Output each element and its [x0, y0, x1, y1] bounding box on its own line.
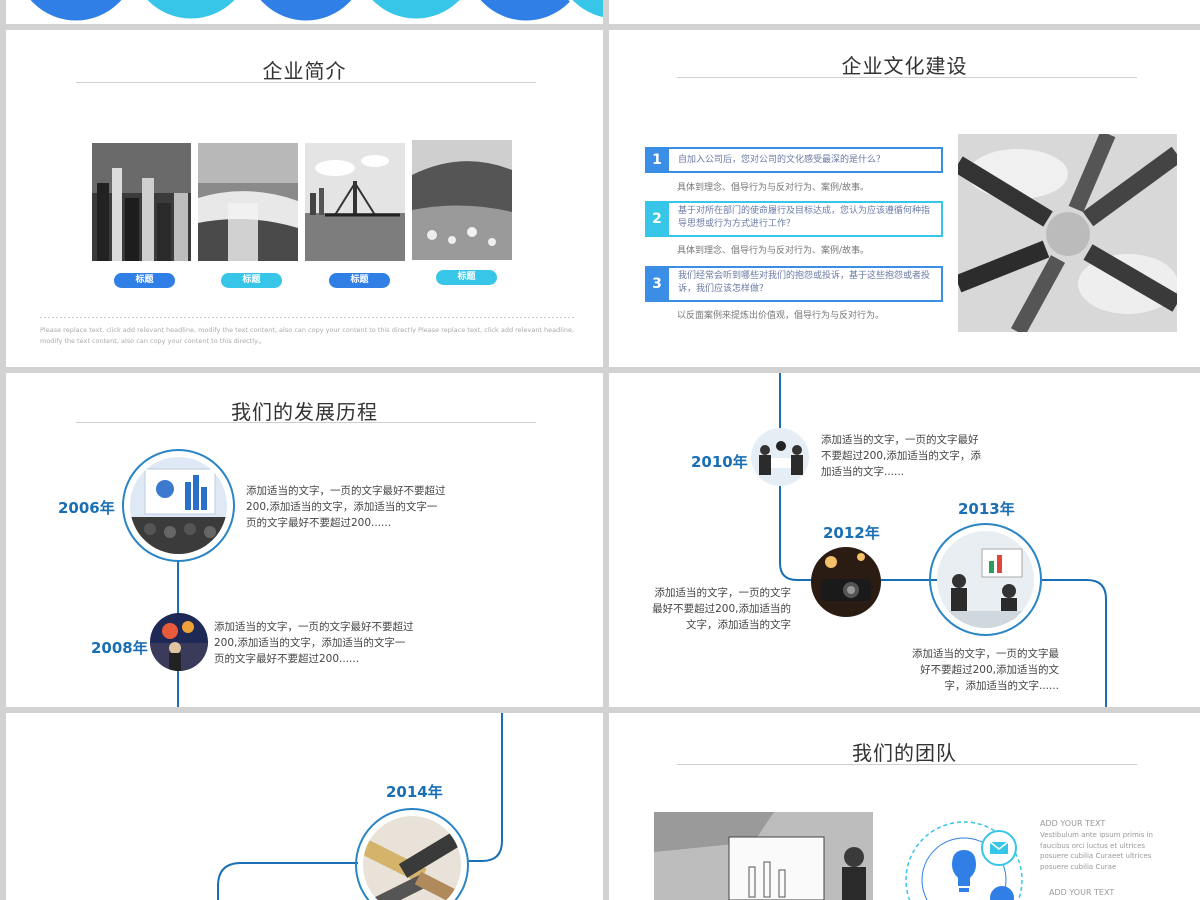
- label-2[interactable]: 标题: [221, 273, 282, 288]
- page-title: 我们的团队: [852, 741, 957, 765]
- slide-history: 我们的发展历程 2006年 添加适当的文字，一页的文字最好不要超过200,添加适…: [6, 373, 603, 707]
- city-photo: [92, 143, 191, 261]
- slide-team: 我们的团队 ADD YOUR TEXT Vestibulum ante ipsu…: [609, 713, 1200, 900]
- waterfall-photo: [198, 143, 298, 261]
- wave-decoration: [6, 0, 603, 24]
- add-text-heading-1: ADD YOUR TEXT: [1040, 819, 1106, 828]
- question-text-1: 自加入公司后，您对公司的文化感受最深的是什么？: [678, 155, 886, 165]
- page-title: 企业文化建设: [841, 54, 968, 78]
- title-divider: [76, 422, 536, 423]
- year-2012: 2012年: [823, 524, 880, 542]
- question-number-2: 2: [645, 201, 669, 237]
- title-divider: [677, 764, 1137, 765]
- year-2013: 2013年: [958, 500, 1015, 518]
- page-title: 企业简介: [262, 59, 347, 83]
- label-4[interactable]: 标题: [436, 270, 497, 285]
- label-1[interactable]: 标题: [114, 273, 175, 288]
- year-2008: 2008年: [91, 639, 148, 657]
- label-3[interactable]: 标题: [329, 273, 390, 288]
- title-divider: [677, 77, 1137, 78]
- timeline-path: [779, 373, 1107, 707]
- meadow-photo: [412, 140, 512, 260]
- text-2012: 添加适当的文字，一页的文字最好不要超过200,添加适当的文字，添加适当的文字: [652, 587, 791, 631]
- whiteboard-photo: [654, 812, 873, 900]
- year-2010: 2010年: [691, 453, 748, 471]
- add-text-desc-1: Vestibulum ante ipsum primis in faucibus…: [1040, 831, 1153, 871]
- title-divider: [76, 82, 536, 83]
- text-2008: 添加适当的文字，一页的文字最好不要超过200,添加适当的文字，添加适当的文字一页…: [214, 621, 414, 665]
- idea-graphic: [905, 821, 1023, 900]
- top-right-slide: [609, 0, 1200, 24]
- answer-text-3: 以反面案例来提炼出价值观，倡导行为与反对行为。: [677, 311, 885, 321]
- teamwork-hands-photo: [958, 134, 1177, 332]
- slide-company-intro: 企业简介 标题 标题 标题 标题 Please replace text, cl…: [6, 30, 603, 367]
- conference-photo-2006: [130, 457, 227, 554]
- add-text-heading-2: ADD YOUR TEXT: [1049, 888, 1115, 897]
- bridge-photo: [305, 143, 405, 261]
- year-2006: 2006年: [58, 499, 115, 517]
- question-text-2: 基于对所在部门的使命履行及目标达成，您认为应该遵循何种指导思想或行为方式进行工作…: [678, 206, 931, 229]
- projector-photo-2012: [811, 547, 881, 617]
- meeting-photo-2010: [751, 428, 809, 486]
- speaker-photo-2008: [150, 613, 208, 671]
- text-2013: 添加适当的文字，一页的文字最好不要超过200,添加适当的文字，添加适当的文字..…: [912, 648, 1059, 692]
- footnote-divider: [40, 317, 574, 318]
- slide-2014: 2014年: [6, 713, 603, 900]
- question-number-1: 1: [645, 147, 669, 173]
- presentation-photo-2013: [937, 531, 1034, 628]
- year-2014: 2014年: [386, 783, 443, 801]
- footnote-text: Please replace text, click add relevant …: [40, 326, 575, 345]
- text-2010: 添加适当的文字，一页的文字最好不要超过200,添加适当的文字，添加适当的文字..…: [821, 434, 981, 478]
- timeline-path-2014: [217, 713, 503, 900]
- page-title: 我们的发展历程: [231, 400, 378, 424]
- slide-culture: 企业文化建设 1 自加入公司后，您对公司的文化感受最深的是什么？ 具体到理念、倡…: [609, 30, 1200, 367]
- question-text-3: 我们经常会听到哪些对我们的抱怨或投诉，基于这些抱怨或者投诉，我们应该怎样做？: [678, 271, 931, 294]
- text-2006: 添加适当的文字，一页的文字最好不要超过200,添加适当的文字，添加适当的文字一页…: [246, 485, 446, 529]
- slide-timeline: 2010年 添加适当的文字，一页的文字最好不要超过200,添加适当的文字，添加适…: [609, 373, 1200, 707]
- top-banner-slide: [6, 0, 603, 24]
- answer-text-2: 具体到理念、倡导行为与反对行为、案例/故事。: [677, 246, 870, 256]
- answer-text-1: 具体到理念、倡导行为与反对行为、案例/故事。: [677, 183, 870, 193]
- question-number-3: 3: [645, 266, 669, 302]
